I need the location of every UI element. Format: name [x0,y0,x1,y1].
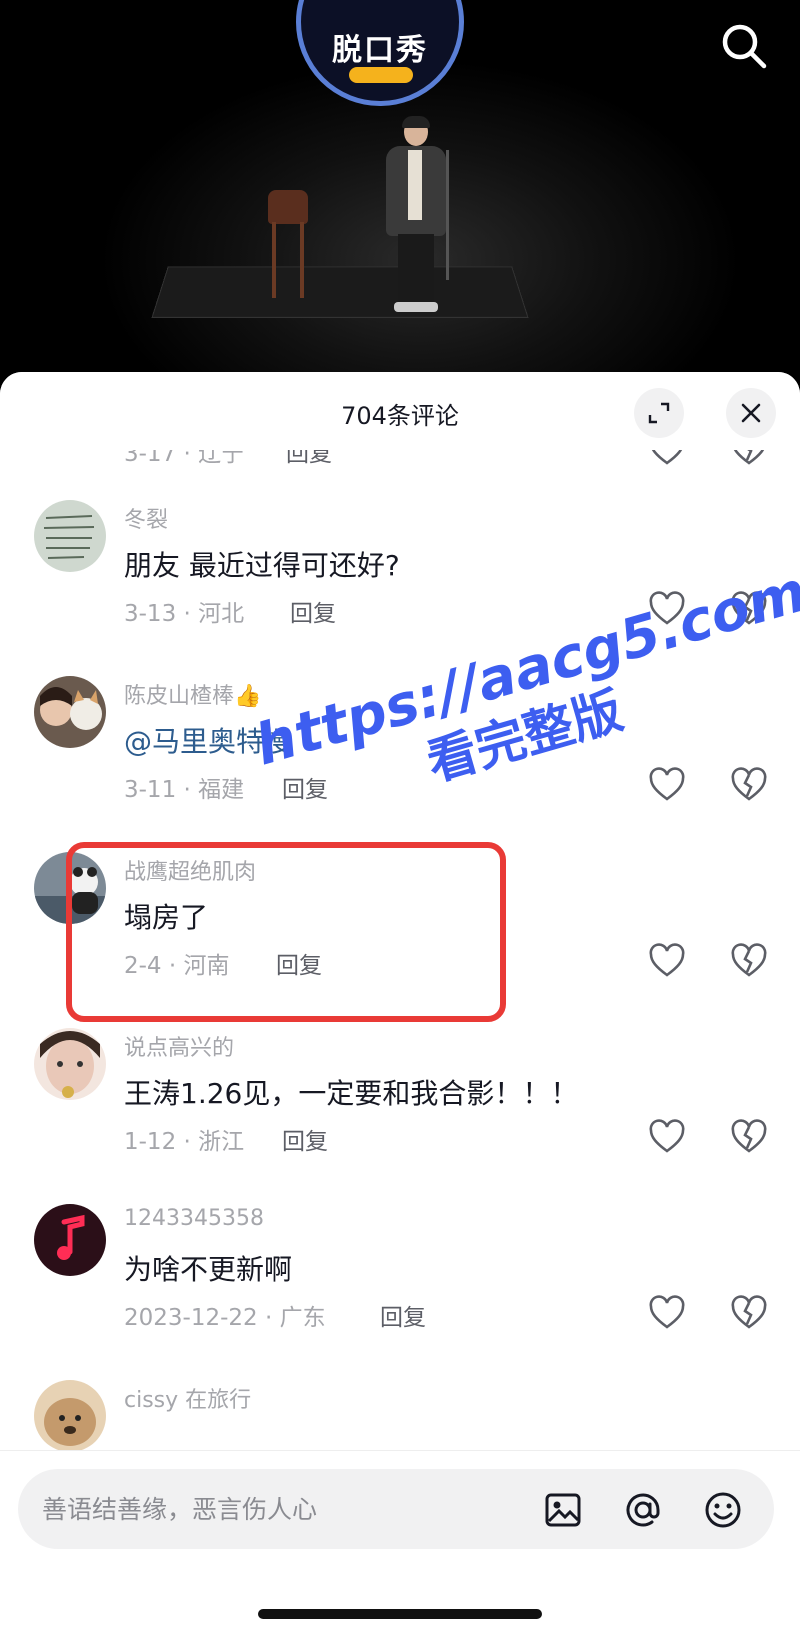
comment-meta: 2023-12-22 · 广东 [124,1305,326,1331]
at-icon [626,1493,660,1527]
comment-input[interactable] [42,1489,482,1529]
expand-icon [648,402,670,424]
reply-button[interactable]: 回复 [282,770,328,804]
avatar[interactable] [34,1204,106,1276]
list-item: 陈皮山楂棒👍 @马里奥特慢 3-11 · 福建 回复 [0,676,800,852]
reply-button[interactable]: 回复 [380,1298,426,1332]
home-indicator[interactable] [258,1609,542,1619]
avatar[interactable] [34,1380,106,1450]
comment-meta: 3-17 · 辽宁 [124,450,245,467]
sheet-header: 704条评论 [0,372,800,450]
heart-icon[interactable] [648,1294,686,1332]
broken-heart-icon[interactable] [730,1294,768,1332]
avatar[interactable] [34,676,106,748]
comment-input-bar[interactable] [18,1469,774,1549]
comment-username[interactable]: 冬裂 [124,502,168,534]
broken-heart-icon[interactable] [730,1118,768,1156]
broken-heart-icon[interactable] [730,590,768,628]
heart-icon[interactable] [648,450,686,468]
comment-text: 朋友 最近过得可还好? [124,549,400,582]
mention-button[interactable] [622,1489,664,1531]
heart-icon[interactable] [648,1118,686,1156]
broken-heart-icon[interactable] [730,942,768,980]
list-item: cissy 在旅行 [0,1380,800,1450]
emoji-icon [705,1492,741,1528]
reply-button[interactable]: 回复 [282,1122,328,1156]
close-icon [741,403,761,423]
list-item: 1243345358 为啥不更新啊 2023-12-22 · 广东 回复 [0,1204,800,1380]
comment-meta: 1-12 · 浙江 [124,1129,245,1155]
comment-composer [0,1450,800,1636]
insert-image-button[interactable] [542,1489,584,1531]
comment-username[interactable]: 陈皮山楂棒👍 [124,678,261,710]
search-button[interactable] [716,18,772,74]
comment-text: 王涛1.26见，一定要和我合影！！！ [124,1077,579,1110]
image-icon [545,1493,581,1527]
list-item: 说点高兴的 王涛1.26见，一定要和我合影！！！ 1-12 · 浙江 回复 [0,1028,800,1204]
comment-meta: 3-11 · 福建 [124,777,245,803]
comment-sheet: 704条评论 3-17 · 辽宁 回复 冬裂 朋友 最近过得可还好? 3-13 … [0,372,800,1636]
reply-button[interactable]: 回复 [290,594,336,628]
heart-icon[interactable] [648,766,686,804]
expand-button[interactable] [634,388,684,438]
stage-floor [151,266,529,318]
show-logo: 脱口秀 [296,0,464,106]
avatar[interactable] [34,500,106,572]
broken-heart-icon[interactable] [730,450,768,468]
broken-heart-icon[interactable] [730,766,768,804]
highlight-frame [66,842,506,1022]
list-item: 冬裂 朋友 最近过得可还好? 3-13 · 河北 回复 [0,500,800,676]
performer [386,116,446,318]
emoji-button[interactable] [702,1489,744,1531]
comment-text: 为啥不更新啊 [124,1253,293,1286]
search-icon [722,24,767,69]
logo-text: 脱口秀 [332,33,428,68]
heart-icon[interactable] [648,590,686,628]
video-player[interactable]: 脱口秀 [0,0,800,372]
comment-mention-text[interactable]: @马里奥特慢 [124,720,292,760]
logo-bar [349,67,413,83]
comment-username[interactable]: 1243345358 [124,1206,264,1231]
heart-icon[interactable] [648,942,686,980]
avatar[interactable] [34,1028,106,1100]
comment-username[interactable]: cissy 在旅行 [124,1382,251,1414]
reply-button[interactable]: 回复 [286,450,332,468]
comment-username[interactable]: 说点高兴的 [124,1030,234,1062]
list-item: 3-17 · 辽宁 回复 [0,450,800,490]
comment-meta: 3-13 · 河北 [124,601,245,627]
mic-stand [446,150,449,280]
stage-stool [268,190,308,300]
close-button[interactable] [726,388,776,438]
